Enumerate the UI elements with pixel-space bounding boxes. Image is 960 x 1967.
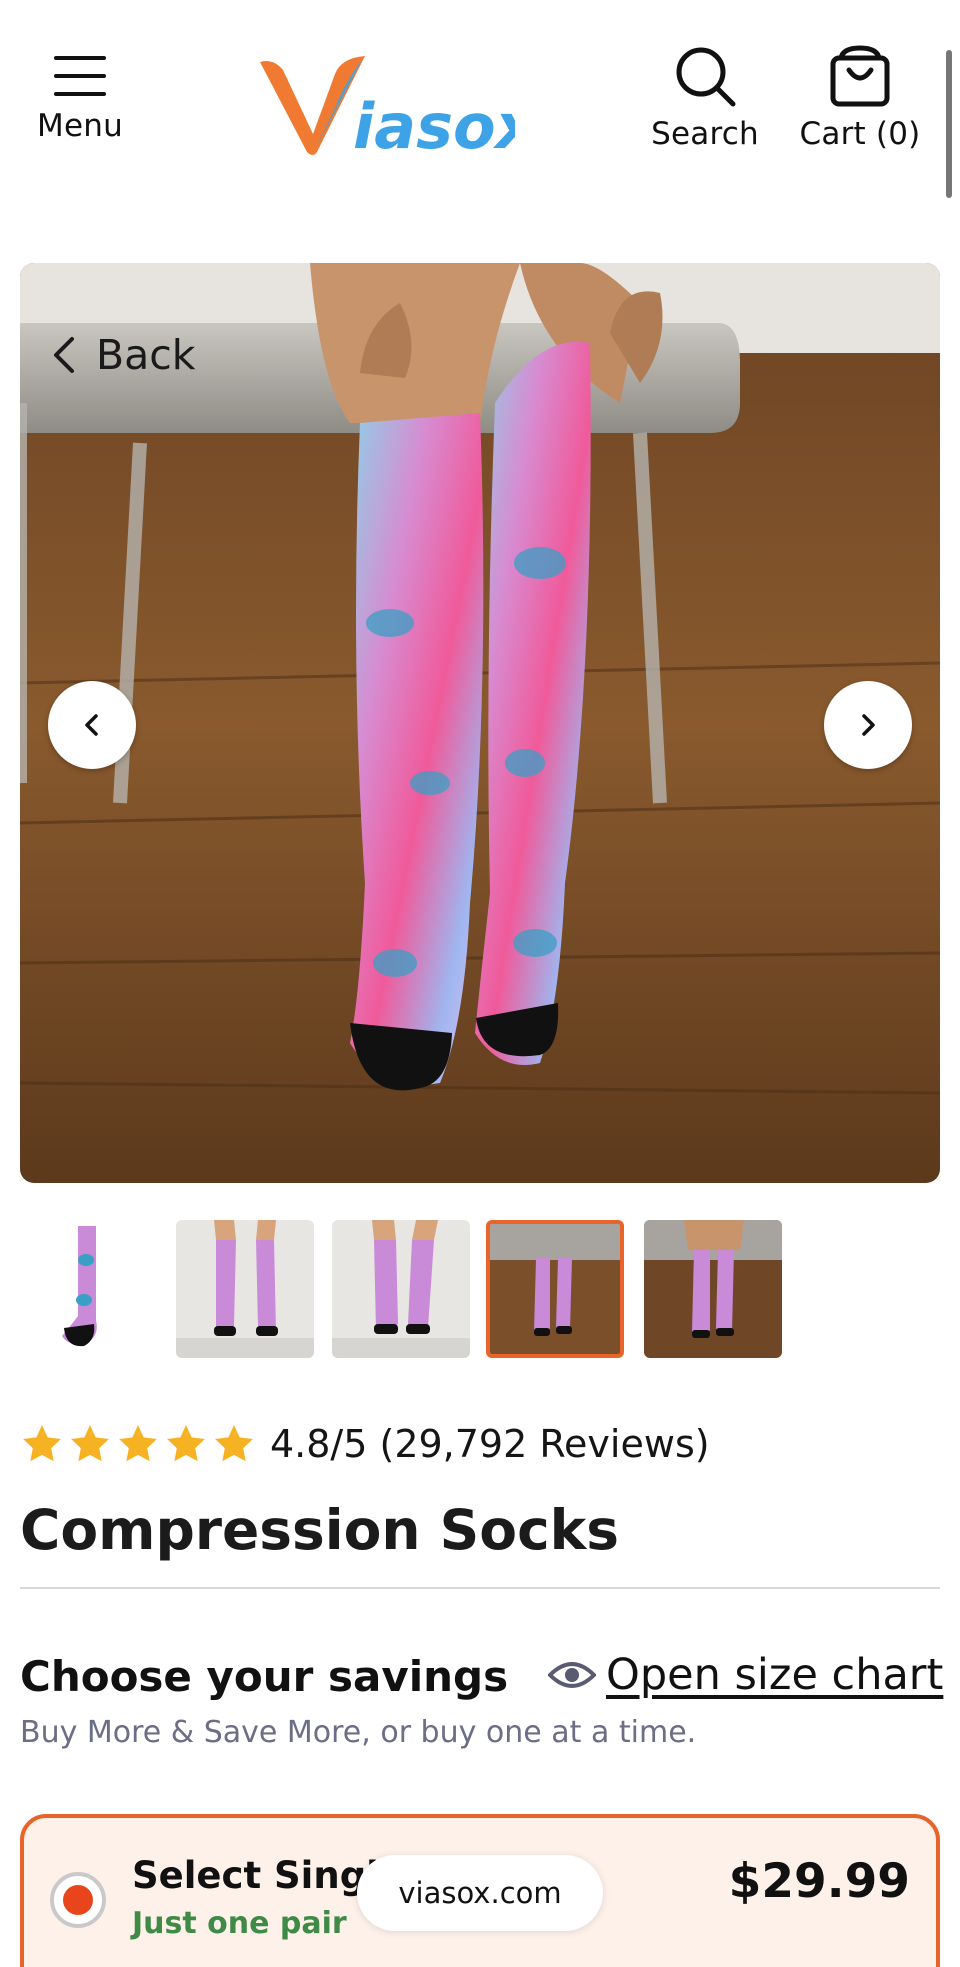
thumbnail-1[interactable] [20, 1220, 158, 1358]
page-scrollbar[interactable] [946, 50, 952, 198]
viasox-logo[interactable]: iasox [255, 52, 538, 163]
cart-button[interactable]: Cart (0) [790, 44, 930, 152]
back-label: Back [96, 331, 196, 379]
product-title: Compression Socks [20, 1498, 619, 1562]
eye-icon [548, 1662, 596, 1688]
previous-image-button[interactable] [48, 681, 136, 769]
offer-price: $29.99 [728, 1854, 910, 1909]
product-main-image[interactable]: Back [20, 263, 940, 1183]
back-button[interactable]: Back [48, 331, 196, 379]
menu-label: Menu [37, 108, 123, 144]
next-image-button[interactable] [824, 681, 912, 769]
svg-text:iasox: iasox [353, 90, 515, 162]
chevron-right-icon [862, 714, 875, 736]
divider [20, 1587, 940, 1589]
menu-button[interactable]: Menu [30, 52, 130, 144]
url-text: viasox.com [398, 1876, 562, 1910]
thumbnail-3[interactable] [332, 1220, 470, 1358]
search-icon [676, 47, 736, 107]
chevron-left-icon [85, 714, 98, 736]
size-chart-label: Open size chart [606, 1650, 944, 1700]
search-label: Search [651, 116, 759, 152]
offer-subtitle: Just one pair [132, 1906, 347, 1941]
thumbnail-strip [20, 1220, 940, 1360]
browser-url-bar[interactable]: viasox.com [357, 1855, 603, 1931]
site-header: Menu iasox Search Cart (0) [0, 0, 960, 200]
savings-heading: Choose your savings [20, 1652, 509, 1701]
hamburger-icon [54, 56, 106, 96]
star-rating [20, 1422, 256, 1466]
star-icon [215, 1425, 253, 1462]
search-button[interactable]: Search [640, 44, 770, 152]
star-icon [71, 1425, 109, 1462]
savings-subtitle: Buy More & Save More, or buy one at a ti… [20, 1715, 697, 1750]
rating-summary: 4.8/5 (29,792 Reviews) [270, 1422, 710, 1466]
star-icon [119, 1425, 157, 1462]
star-icon [167, 1425, 205, 1462]
shopping-bag-icon [830, 45, 890, 107]
thumbnail-2[interactable] [176, 1220, 314, 1358]
chevron-left-icon [54, 337, 74, 373]
radio-selected-dot [63, 1885, 93, 1915]
cart-label: Cart (0) [799, 116, 921, 152]
thumbnail-5[interactable] [644, 1220, 782, 1358]
star-icon [23, 1425, 61, 1462]
offer-radio[interactable] [50, 1872, 106, 1928]
thumbnail-4-selected[interactable] [486, 1220, 624, 1358]
product-rating[interactable]: 4.8/5 (29,792 Reviews) [20, 1422, 710, 1466]
size-chart-link[interactable]: Open size chart [548, 1650, 943, 1700]
